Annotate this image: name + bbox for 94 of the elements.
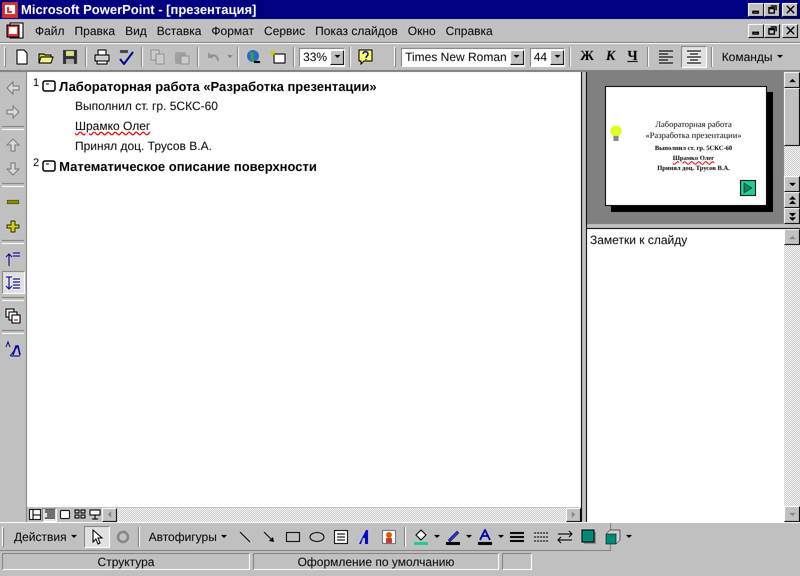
summary-icon [5, 308, 21, 324]
outline-text[interactable]: Принял доц. Трусов В.А. [75, 136, 212, 156]
font-size-dropdown[interactable]: 44 [530, 48, 566, 66]
caret-icon [513, 55, 520, 59]
menu-item[interactable]: Вид [120, 22, 152, 40]
caret-icon[interactable] [466, 534, 472, 538]
scroll-right-button[interactable] [566, 508, 581, 522]
close-button[interactable] [782, 2, 798, 16]
normal-view-button[interactable] [27, 508, 42, 522]
slide-number: 1 [33, 77, 40, 89]
minimize-button[interactable] [748, 24, 764, 38]
caret-icon[interactable] [626, 534, 632, 538]
menu-item[interactable]: Вставка [152, 22, 206, 40]
restore-icon [768, 26, 776, 35]
demote-icon [5, 104, 21, 120]
font-dropdown[interactable]: Times New Roman [401, 48, 525, 66]
slide-title-text: «Разработка презентации» [645, 130, 742, 140]
window-title: Microsoft PowerPoint - [презентация] [21, 2, 256, 17]
play-icon [740, 180, 756, 196]
menu-item[interactable]: Сервис [259, 22, 310, 40]
status-panel [502, 553, 532, 570]
close-icon [786, 5, 794, 14]
scroll-thumb[interactable] [784, 88, 800, 146]
light-bulb-icon [610, 125, 622, 143]
menu-item[interactable]: Окно [402, 22, 441, 40]
menu-item[interactable]: Справка [440, 22, 498, 40]
close-icon [786, 26, 794, 35]
caret-icon [554, 55, 561, 59]
expand-all-icon [5, 274, 21, 290]
double-up-arrow-icon [788, 196, 796, 204]
status-panel: Структура [2, 553, 250, 570]
scroll-left-button[interactable] [102, 508, 117, 522]
left-arrow-icon [107, 511, 112, 518]
scroll-down-button[interactable] [784, 506, 800, 522]
caret-icon[interactable] [498, 534, 504, 538]
outline-view-icon [44, 509, 56, 520]
slide-icon[interactable] [42, 80, 56, 92]
formatting-icon [5, 340, 21, 356]
select-pointer-button[interactable] [84, 526, 110, 548]
move-down-icon [5, 160, 21, 176]
show-view-icon [88, 509, 100, 520]
restore-icon [768, 5, 776, 14]
move-up-icon [5, 136, 21, 152]
down-arrow-icon [788, 512, 796, 516]
promote-icon [5, 80, 21, 96]
document-icon[interactable] [6, 22, 24, 40]
menu-item[interactable]: Файл [30, 22, 70, 40]
right-arrow-icon [571, 511, 576, 518]
sorter-view-button[interactable] [72, 508, 87, 522]
menu-item[interactable]: Правка [70, 22, 120, 40]
status-panel: Оформление по умолчанию [253, 553, 499, 570]
collapse-icon [7, 200, 19, 204]
zoom-dropdown[interactable]: 33% [299, 48, 346, 66]
caret-icon [70, 534, 77, 538]
caret-icon [334, 55, 341, 59]
normal-view-icon [28, 509, 40, 520]
menu-item[interactable]: Показ слайдов [310, 22, 403, 40]
app-icon [2, 2, 18, 18]
slide-title[interactable]: Математическое описание поверхности [59, 158, 317, 174]
outline-text[interactable]: Шрамко Олег [75, 116, 150, 136]
restore-button[interactable] [764, 24, 780, 38]
caret-icon [776, 55, 783, 59]
caret-icon [220, 534, 227, 538]
previous-slide-button[interactable] [784, 192, 800, 208]
show-view-button[interactable] [87, 508, 102, 522]
next-slide-button[interactable] [784, 208, 800, 224]
minimize-button[interactable] [748, 2, 764, 16]
slide-view-icon [58, 509, 70, 520]
slide-view-button[interactable] [57, 508, 72, 522]
up-arrow-icon [788, 234, 796, 240]
double-down-arrow-icon [788, 212, 796, 220]
slide-title[interactable]: Лабораторная работа «Разработка презентации» [59, 78, 377, 94]
down-arrow-icon [788, 182, 796, 186]
scroll-up-button[interactable] [784, 229, 800, 245]
outline-text[interactable]: Выполнил ст. гр. 5СКС-60 [75, 96, 218, 116]
sorter-view-icon [74, 509, 86, 520]
scroll-up-button[interactable] [784, 72, 800, 88]
caret-icon[interactable] [434, 534, 440, 538]
close-button[interactable] [782, 24, 798, 38]
slide-icon[interactable] [42, 160, 56, 172]
notes-field[interactable]: Заметки к слайду [587, 229, 784, 522]
expand-all-button[interactable] [2, 271, 24, 294]
menu-item[interactable]: Формат [206, 22, 260, 40]
align-left-icon [658, 50, 674, 64]
expand-icon [5, 218, 21, 234]
slide-title-text: Лабораторная работа [655, 118, 732, 130]
slide-number: 2 [33, 157, 40, 169]
scroll-down-button[interactable] [784, 176, 800, 192]
align-center-icon [686, 50, 702, 64]
up-arrow-icon [788, 78, 796, 82]
collapse-all-icon [5, 250, 21, 266]
align-center-button[interactable] [680, 46, 707, 68]
restore-button[interactable] [764, 2, 780, 16]
outline-view-button[interactable] [42, 508, 57, 522]
